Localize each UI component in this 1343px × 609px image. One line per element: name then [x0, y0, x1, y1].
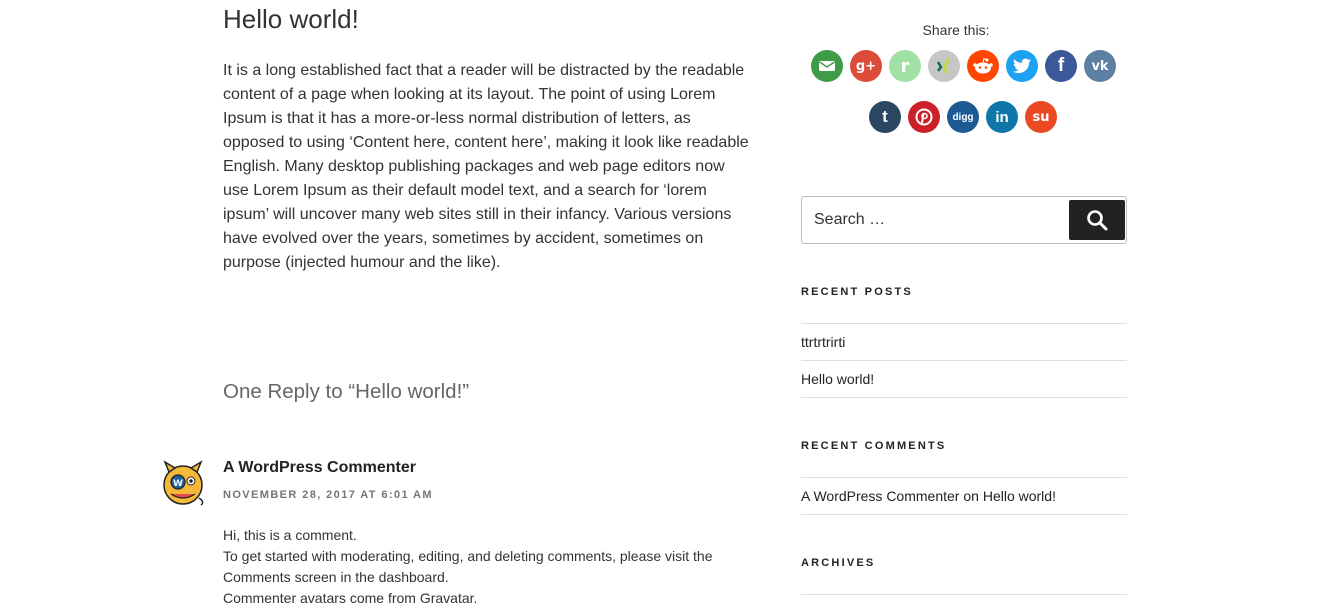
- wapuu-icon: W: [163, 460, 204, 506]
- recent-post-link[interactable]: Hello world!: [801, 371, 874, 387]
- reddit-icon: [973, 57, 993, 74]
- recent-comments-list: A WordPress Commenter on Hello world!: [801, 477, 1127, 515]
- twitter-icon: [1013, 58, 1031, 74]
- comment-line: Hi, this is a comment.: [223, 527, 357, 543]
- tumblr-icon: t: [882, 107, 888, 126]
- google-plus-icon: g+: [855, 58, 877, 74]
- google-plus-share-button[interactable]: g+: [850, 50, 882, 82]
- share-title: Share this:: [922, 22, 990, 38]
- search-input[interactable]: [802, 197, 1074, 243]
- comment-author[interactable]: A WordPress Commenter: [223, 459, 416, 477]
- linkedin-icon: in: [995, 108, 1009, 126]
- email-share-button[interactable]: [811, 50, 843, 82]
- twitter-share-button[interactable]: [1006, 50, 1038, 82]
- facebook-icon: f: [1057, 55, 1065, 76]
- renren-share-button[interactable]: r: [889, 50, 921, 82]
- comment-body: Hi, this is a comment. To get started wi…: [223, 525, 763, 609]
- recent-posts-title: Recent Posts: [801, 286, 913, 298]
- svg-text:W: W: [173, 479, 183, 489]
- stumbleupon-share-button[interactable]: su: [1025, 101, 1057, 133]
- comment-line: Commenter avatars come from Gravatar.: [223, 590, 478, 606]
- xing-share-button[interactable]: [928, 50, 960, 82]
- search-form: [801, 196, 1127, 244]
- digg-icon: digg: [952, 111, 974, 123]
- archives-divider: [801, 594, 1127, 595]
- email-icon: [819, 61, 835, 71]
- vk-share-button[interactable]: vk: [1084, 50, 1116, 82]
- vk-icon: vk: [1091, 58, 1109, 74]
- recent-comment-post-link[interactable]: Hello world!: [983, 488, 1056, 504]
- stumbleupon-icon: su: [1032, 109, 1050, 125]
- recent-comment-author-link[interactable]: A WordPress Commenter: [801, 488, 959, 504]
- pinterest-share-button[interactable]: [908, 101, 940, 133]
- comments-title: One Reply to “Hello world!”: [223, 380, 470, 403]
- search-button[interactable]: [1069, 200, 1125, 240]
- list-item: A WordPress Commenter on Hello world!: [801, 478, 1127, 515]
- recent-comment-on-text: on: [963, 488, 979, 504]
- renren-icon: r: [900, 55, 910, 77]
- tumblr-share-button[interactable]: t: [869, 101, 901, 133]
- recent-comments-title: Recent Comments: [801, 440, 947, 452]
- post-content: It is a long established fact that a rea…: [223, 62, 749, 271]
- list-item[interactable]: Hello world!: [801, 361, 1127, 398]
- pinterest-icon: [915, 108, 933, 126]
- digg-share-button[interactable]: digg: [947, 101, 979, 133]
- list-item[interactable]: ttrtrtrirti: [801, 324, 1127, 361]
- xing-icon: [936, 58, 951, 74]
- linkedin-share-button[interactable]: in: [986, 101, 1018, 133]
- reddit-share-button[interactable]: [967, 50, 999, 82]
- share-buttons-row-1: g+ r f vk: [811, 50, 1116, 82]
- commenter-avatar[interactable]: W: [161, 458, 205, 506]
- recent-post-link[interactable]: ttrtrtrirti: [801, 334, 845, 350]
- share-buttons-row-2: t digg in su: [869, 101, 1057, 133]
- archives-title: Archives: [801, 557, 876, 569]
- comment-date[interactable]: November 28, 2017 at 6:01 am: [223, 489, 433, 501]
- search-icon: [1087, 210, 1108, 231]
- recent-posts-list: ttrtrtrirti Hello world!: [801, 323, 1127, 398]
- facebook-share-button[interactable]: f: [1045, 50, 1077, 82]
- comment-line: To get started with moderating, editing,…: [223, 548, 713, 585]
- post-title: Hello world!: [223, 4, 359, 34]
